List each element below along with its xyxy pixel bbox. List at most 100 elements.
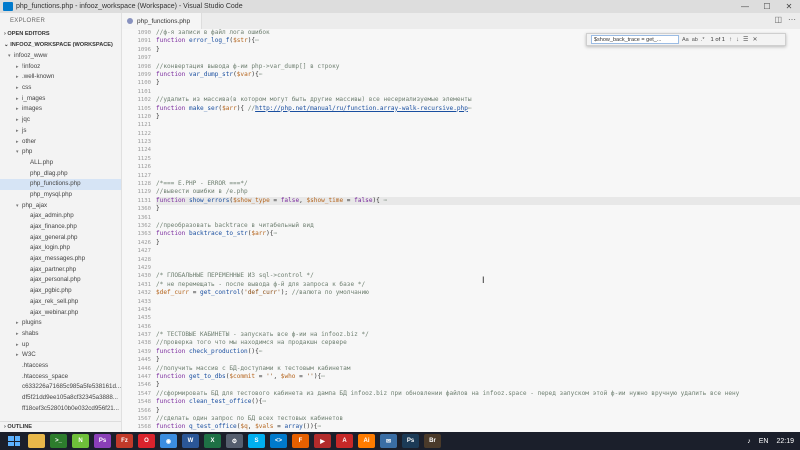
code-line[interactable]: //получить массив с БД-доступами к тесто… [156,365,800,373]
filezilla-icon[interactable]: Fz [116,434,133,448]
regex-toggle[interactable]: .* [701,37,705,43]
split-editor-icon[interactable]: ◫ [774,15,782,24]
code-line[interactable]: } [156,239,800,247]
tree-item[interactable]: ajax_personal.php [0,275,121,286]
tree-item[interactable]: ajax_webinar.php [0,308,121,319]
tree-item[interactable]: ▸ W3C [0,350,121,361]
volume-icon[interactable]: ♪ [747,438,751,445]
code-line[interactable]: /*=== E.PHP - ERROR ===*/ [156,180,800,188]
illustrator-icon[interactable]: Ai [358,434,375,448]
previous-match-icon[interactable]: ↑ [729,37,732,43]
language-indicator[interactable]: EN [759,438,769,445]
find-input[interactable]: $show_back_trace = get_... [591,35,679,44]
word-icon[interactable]: W [182,434,199,448]
tree-item[interactable]: ALL.php [0,158,121,169]
tree-item[interactable]: ajax_general.php [0,233,121,244]
next-match-icon[interactable]: ↓ [736,37,739,43]
terminal-icon[interactable]: >_ [50,434,67,448]
code-line[interactable] [156,323,800,331]
tab-php-functions[interactable]: php_functions.php [122,13,202,29]
code-line[interactable] [156,264,800,272]
code-line[interactable] [156,54,800,62]
chrome-icon[interactable]: ◉ [160,434,177,448]
close-window-button[interactable]: ✕ [778,0,800,13]
open-editors-section[interactable]: › OPEN EDITORS [0,29,121,40]
notepadpp-icon[interactable]: N [72,434,89,448]
media-icon[interactable]: ▶ [314,434,331,448]
tree-item[interactable]: c633226a71685c985a5fe538161d... [0,382,121,393]
code-line[interactable]: function make_ser($arr){ //http://php.ne… [156,105,800,113]
start-button[interactable] [6,434,22,448]
code-line[interactable]: } [156,205,800,213]
tree-item[interactable]: ▸ up [0,340,121,351]
code-line[interactable]: function backtrace_to_str($arr){⋯ [156,230,800,238]
tree-item[interactable]: php_dlag.php [0,169,121,180]
acrobat-icon[interactable]: A [336,434,353,448]
code-line[interactable] [156,172,800,180]
code-line[interactable] [156,138,800,146]
code-line[interactable] [156,155,800,163]
skype-icon[interactable]: S [248,434,265,448]
tree-item[interactable]: ▸ jqc [0,115,121,126]
code-line[interactable]: //вывести ошибки в /e.php [156,188,800,196]
match-case-toggle[interactable]: Aa [682,37,689,43]
code-line[interactable]: } [156,407,800,415]
tree-item[interactable]: ▾ infooz_www [0,51,121,62]
close-find-icon[interactable]: ✕ [752,36,757,43]
tree-item[interactable]: ajax_admin.php [0,211,121,222]
code-line[interactable]: function get_to_dbs($commit = '', $who =… [156,373,800,381]
tree-item[interactable]: ▸ other [0,137,121,148]
code-line[interactable]: //сделать один запрос по БД всех тестовы… [156,415,800,423]
tree-item[interactable]: ▸ css [0,83,121,94]
code-line[interactable]: /* не перемещать - после вывода ф-й для … [156,281,800,289]
code-line[interactable]: function clean_test_office(){⋯ [156,398,800,406]
code-line[interactable] [156,306,800,314]
tree-item[interactable]: ajax_pgbic.php [0,286,121,297]
code-area[interactable]: //ф-я записи в файл лога ошибок function … [156,29,800,432]
workspace-section[interactable]: ⌄ INFOOZ_WORKSPACE (WORKSPACE) [0,40,121,51]
code-line[interactable] [156,130,800,138]
code-line[interactable] [156,298,800,306]
code-line[interactable]: function check_production(){⋯ [156,348,800,356]
code-line[interactable]: //преобразовать backtrace в читабельный … [156,222,800,230]
tree-item[interactable]: ▸ !infooz [0,62,121,73]
code-line[interactable]: function q_test_office($q, $vals = array… [156,423,800,431]
tree-item[interactable]: ▸ js [0,126,121,137]
code-line[interactable]: /* ГЛОБАЛЬНЫЕ ПЕРЕМЕННЫЕ ИЗ sql->control… [156,272,800,280]
minimize-button[interactable]: — [734,0,756,13]
tree-item[interactable]: ajax_login.php [0,243,121,254]
code-line[interactable]: $def_curr = get_control('def_curr'); //в… [156,289,800,297]
code-line[interactable]: function show_errors($show_type = false,… [156,196,800,206]
code-line[interactable]: //сформировать БД для тестового кабинета… [156,390,800,398]
tree-item[interactable]: ff18cef3c528010b0e032cd956f21... [0,404,121,415]
code-line[interactable]: } [156,46,800,54]
code-line[interactable]: /* ТЕСТОВЫЕ КАБИНЕТЫ - запускать все ф-и… [156,331,800,339]
code-line[interactable]: } [156,79,800,87]
bridge-icon[interactable]: Br [424,434,441,448]
tree-item[interactable]: .htaccess [0,361,121,372]
more-actions-icon[interactable]: ⋯ [788,15,796,24]
whole-word-toggle[interactable]: ab [692,37,698,43]
code-line[interactable]: //проверка того что мы находимся на прод… [156,339,800,347]
firefox-icon[interactable]: F [292,434,309,448]
tree-item[interactable]: php_mysql.php [0,190,121,201]
code-line[interactable]: function var_dump_str($var){⋯ [156,71,800,79]
code-line[interactable] [156,121,800,129]
tree-item[interactable]: php_functions.php [0,179,121,190]
tree-item[interactable]: ▾ php_ajax [0,201,121,212]
vscode-icon[interactable]: <> [270,434,287,448]
tree-item[interactable]: ajax_rek_sell.php [0,297,121,308]
excel-icon[interactable]: X [204,434,221,448]
code-line[interactable]: } [156,381,800,389]
code-line[interactable]: } [156,356,800,364]
opera-icon[interactable]: O [138,434,155,448]
clock[interactable]: 22:19 [776,438,794,445]
code-line[interactable]: //конвертация вывода ф-ии php->var_dump[… [156,63,800,71]
code-editor[interactable]: 1090 1091 1096 1097 1098 1099 1100 1101 1102 1105… [122,29,800,432]
tree-item[interactable]: ▾ php [0,147,121,158]
tree-item[interactable]: ▸ .well-known [0,72,121,83]
tree-item[interactable]: ▸ plugins [0,318,121,329]
tree-item[interactable]: ▸ shabs [0,329,121,340]
tree-item[interactable]: ajax_finance.php [0,222,121,233]
code-line[interactable]: } [156,113,800,121]
